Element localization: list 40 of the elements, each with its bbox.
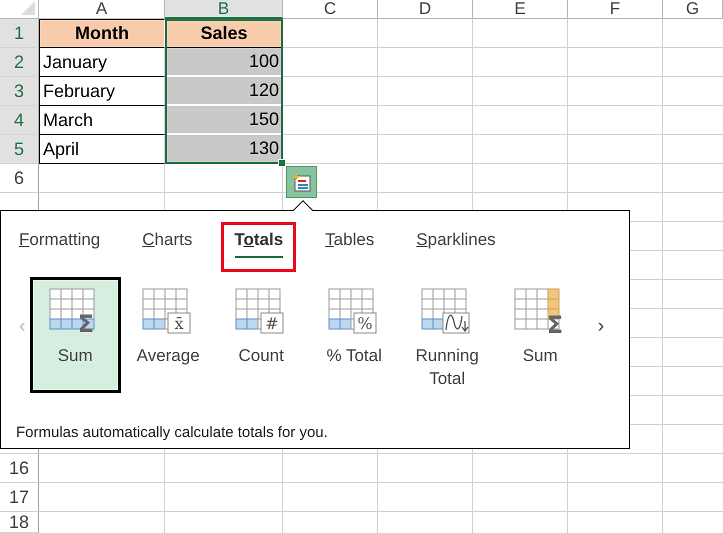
tab[interactable]: Totals (231, 230, 286, 258)
table-cell: January (39, 48, 165, 77)
totals-option[interactable]: x̄ Average (122, 277, 214, 393)
table-cell: February (39, 77, 165, 106)
table-cell: March (39, 106, 165, 135)
row-header[interactable]: 1 (0, 19, 39, 48)
next-button[interactable]: › (594, 315, 608, 338)
quick-analysis-button[interactable] (286, 166, 317, 198)
column-header[interactable]: A (39, 0, 165, 19)
table-cell: 130 (165, 135, 283, 164)
table-cell: 100 (165, 48, 283, 77)
totals-option[interactable]: % % Total (308, 277, 400, 393)
row-header[interactable]: 2 (0, 48, 39, 77)
row-header[interactable]: 17 (0, 483, 39, 512)
column-header[interactable]: G (663, 0, 723, 19)
tab[interactable]: Charts (139, 230, 196, 258)
column-header[interactable]: D (378, 0, 473, 19)
table-cell: 150 (165, 106, 283, 135)
header-cell: Month (39, 19, 165, 48)
lightning-table-icon (292, 172, 312, 192)
table-cell: April (39, 135, 165, 164)
totals-option[interactable]: Running Total (402, 277, 493, 393)
tab[interactable]: Sparklines (413, 230, 499, 258)
row-header[interactable]: 4 (0, 106, 39, 135)
column-header[interactable]: B (165, 0, 283, 19)
column-header[interactable]: F (568, 0, 663, 19)
header-cell: Sales (165, 19, 283, 48)
totals-option[interactable]: # Count (216, 277, 307, 393)
column-header[interactable]: E (473, 0, 568, 19)
row-header[interactable]: 3 (0, 77, 39, 106)
row-header[interactable]: 6 (0, 164, 39, 193)
row-header[interactable]: 5 (0, 135, 39, 164)
tab[interactable]: Formatting (16, 230, 104, 258)
table-cell: 120 (165, 77, 283, 106)
column-header[interactable]: C (283, 0, 378, 19)
row-header[interactable]: 16 (0, 454, 39, 483)
fill-handle[interactable] (278, 159, 286, 167)
row-header[interactable]: 18 (0, 512, 39, 533)
tab[interactable]: Tables (322, 230, 378, 258)
description-text: Formulas automatically calculate totals for you. (16, 424, 328, 441)
